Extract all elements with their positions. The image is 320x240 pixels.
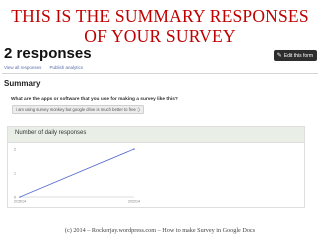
data-point (19, 196, 21, 198)
y-tick-label: 1 (14, 171, 16, 175)
response-links: View all responses Publish analytics (4, 65, 83, 70)
daily-responses-chart: 0122/15/14 2/22/14 (14, 147, 140, 204)
pencil-icon: ✎ (276, 52, 282, 59)
x-tick-label: 2/15/14 (14, 200, 26, 204)
answer-chip: i am using survey monkey but google driv… (12, 105, 144, 114)
responses-heading: 2 responses (4, 45, 92, 62)
chart-header: Number of daily responses (8, 127, 304, 143)
chart-title: Number of daily responses (15, 130, 87, 136)
y-tick-label: 2 (14, 147, 16, 151)
edit-form-label: Edit this form (283, 52, 313, 59)
edit-form-button[interactable]: ✎ Edit this form (273, 50, 317, 61)
view-all-responses-link[interactable]: View all responses (4, 65, 41, 70)
data-point (133, 148, 135, 150)
slide-title: THIS IS THE SUMMARY RESPONSES OF YOUR SU… (0, 6, 320, 46)
divider (2, 73, 318, 74)
slide-title-line-2: OF YOUR SURVEY (84, 25, 236, 46)
slide-title-line-1: THIS IS THE SUMMARY RESPONSES (11, 6, 309, 26)
summary-heading: Summary (4, 79, 41, 88)
slide-footer: (c) 2014 – Rockerjay.wordpress.com – How… (64, 227, 256, 234)
daily-responses-chart-card: Number of daily responses 0 1 2 2/15/14 2/22… (7, 126, 305, 208)
x-tick-label: 2/22/14 (128, 200, 140, 204)
publish-analytics-link[interactable]: Publish analytics (49, 65, 83, 70)
series-line (19, 148, 135, 198)
question-text: What are the apps or software that you u… (11, 97, 178, 102)
